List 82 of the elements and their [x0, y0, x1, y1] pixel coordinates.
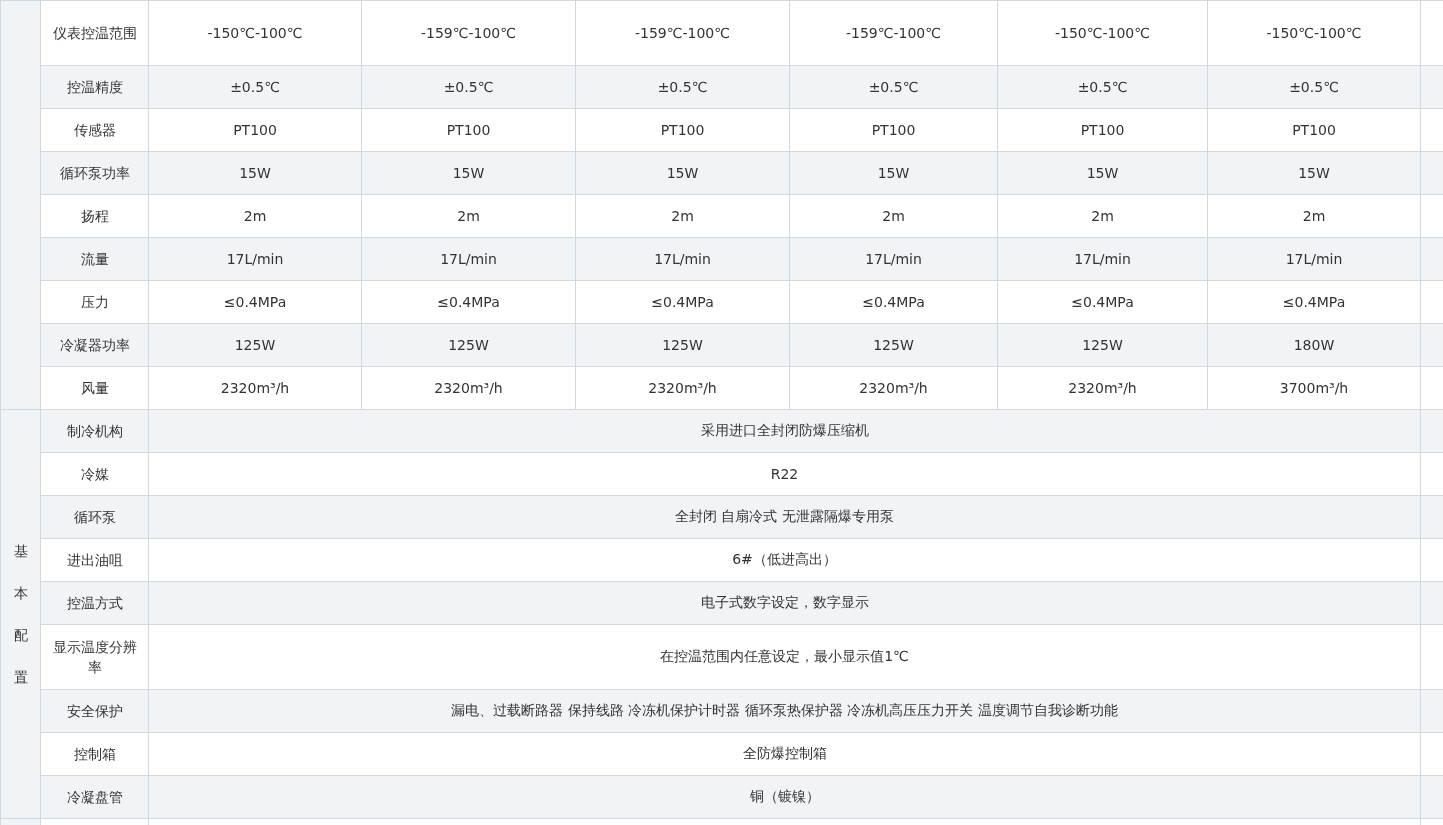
table-cell: 2m — [1091, 208, 1114, 224]
table-cell: ≤0.4MPa — [1071, 294, 1134, 310]
table-cell: 17L/min — [226, 251, 284, 267]
row-label: 安全保护 — [66, 701, 123, 721]
row-label: 进出油咀 — [66, 550, 123, 570]
row-label: 制冷机构 — [66, 421, 123, 441]
table-cell: 采用进口全封闭防爆压缩机 — [700, 422, 869, 438]
table-cell: 15W — [877, 165, 910, 181]
table-cell: 15W — [666, 165, 699, 181]
row-label: 冷凝盘管 — [66, 787, 123, 807]
row-label: 冷凝器功率 — [59, 335, 130, 355]
table-cell: ≤0.4MPa — [1282, 294, 1346, 310]
table-cell: PT100 — [446, 122, 491, 138]
table-cell: ±0.5℃ — [657, 79, 708, 95]
table-cell: 15W — [239, 165, 271, 181]
table-cell: -150℃-100℃ — [1055, 25, 1150, 41]
table-cell: 铜（镀镍） — [749, 788, 820, 804]
table-cell: 125W — [873, 337, 914, 353]
table-cell: 17L/min — [440, 251, 497, 267]
table-cell: 125W — [662, 337, 703, 353]
table-cell: -159℃-100℃ — [846, 25, 941, 41]
table-cell: 6#（低进高出） — [732, 551, 837, 567]
row-label: 循环泵功率 — [59, 163, 130, 183]
table-cell: 在控温范围内任意设定，最小显示值1℃ — [660, 648, 909, 664]
table-cell: ±0.5℃ — [1077, 79, 1128, 95]
table-cell: 2m — [457, 208, 480, 224]
table-cell: ≤0.4MPa — [223, 294, 287, 310]
row-label: 控温方式 — [66, 593, 123, 613]
table-cell: -159℃-100℃ — [421, 25, 516, 41]
table-cell: 180W — [1293, 337, 1335, 353]
row-label: 显示温度分辨率 — [51, 637, 138, 677]
row-label: 风量 — [80, 378, 109, 398]
row-label: 仪表控温范围 — [52, 23, 137, 43]
row-label: 扬程 — [80, 206, 109, 226]
table-cell: 2320m³/h — [859, 380, 928, 396]
table-cell: -159℃-100℃ — [635, 25, 730, 41]
table-cell: 17L/min — [654, 251, 711, 267]
table-cell: 电子式数字设定，数字显示 — [700, 594, 869, 610]
table-cell: PT100 — [660, 122, 705, 138]
table-cell: 2320m³/h — [434, 380, 503, 396]
table-cell: PT100 — [233, 122, 277, 138]
table-cell: 2320m³/h — [1068, 380, 1137, 396]
table-cell: ≤0.4MPa — [437, 294, 500, 310]
row-label: 压力 — [80, 292, 109, 312]
row-label: 循环泵 — [73, 507, 116, 527]
table-cell: 全封闭 自扇冷式 无泄露隔爆专用泵 — [675, 508, 894, 524]
row-label: 控制箱 — [73, 744, 116, 764]
table-cell: 2m — [243, 208, 267, 224]
table-cell: 15W — [1298, 165, 1330, 181]
table-cell: 2320m³/h — [220, 380, 290, 396]
table-cell: 17L/min — [1285, 251, 1343, 267]
row-label: 流量 — [80, 249, 109, 269]
table-cell: ±0.5℃ — [868, 79, 919, 95]
table-cell: -150℃-100℃ — [1266, 25, 1362, 41]
table-cell: 125W — [1082, 337, 1123, 353]
table-cell: 3700m³/h — [1279, 380, 1349, 396]
table-cell: ±0.5℃ — [1289, 79, 1339, 95]
table-cell: ±0.5℃ — [443, 79, 494, 95]
table-cell: R22 — [770, 466, 799, 482]
table-cell: -150℃-100℃ — [207, 25, 303, 41]
table-cell: ≤0.4MPa — [862, 294, 925, 310]
table-cell: PT100 — [1080, 122, 1125, 138]
row-label: 冷媒 — [80, 464, 109, 484]
row-label: 控温精度 — [66, 77, 123, 97]
table-cell: 漏电、过载断路器 保持线路 冷冻机保护计时器 循环泵热保护器 冷冻机高压压力开关 温度调节自我诊断功能 — [451, 702, 1118, 718]
table-cell: 17L/min — [1074, 251, 1131, 267]
table-cell: 15W — [452, 165, 485, 181]
table-cell: 2m — [882, 208, 905, 224]
row-label: 传感器 — [73, 120, 116, 140]
table-cell: 125W — [448, 337, 489, 353]
table-cell: 全防爆控制箱 — [742, 745, 827, 761]
table-cell: ±0.5℃ — [230, 79, 280, 95]
table-cell: PT100 — [871, 122, 916, 138]
table-cell: 125W — [234, 337, 276, 353]
table-cell: 2320m³/h — [648, 380, 717, 396]
table-cell: ≤0.4MPa — [651, 294, 714, 310]
table-cell: 2m — [671, 208, 694, 224]
table-cell: 2m — [1302, 208, 1326, 224]
table-cell: 17L/min — [865, 251, 922, 267]
table-cell: PT100 — [1292, 122, 1336, 138]
table-cell: 15W — [1086, 165, 1119, 181]
group-label: 基本配置 — [13, 542, 28, 687]
